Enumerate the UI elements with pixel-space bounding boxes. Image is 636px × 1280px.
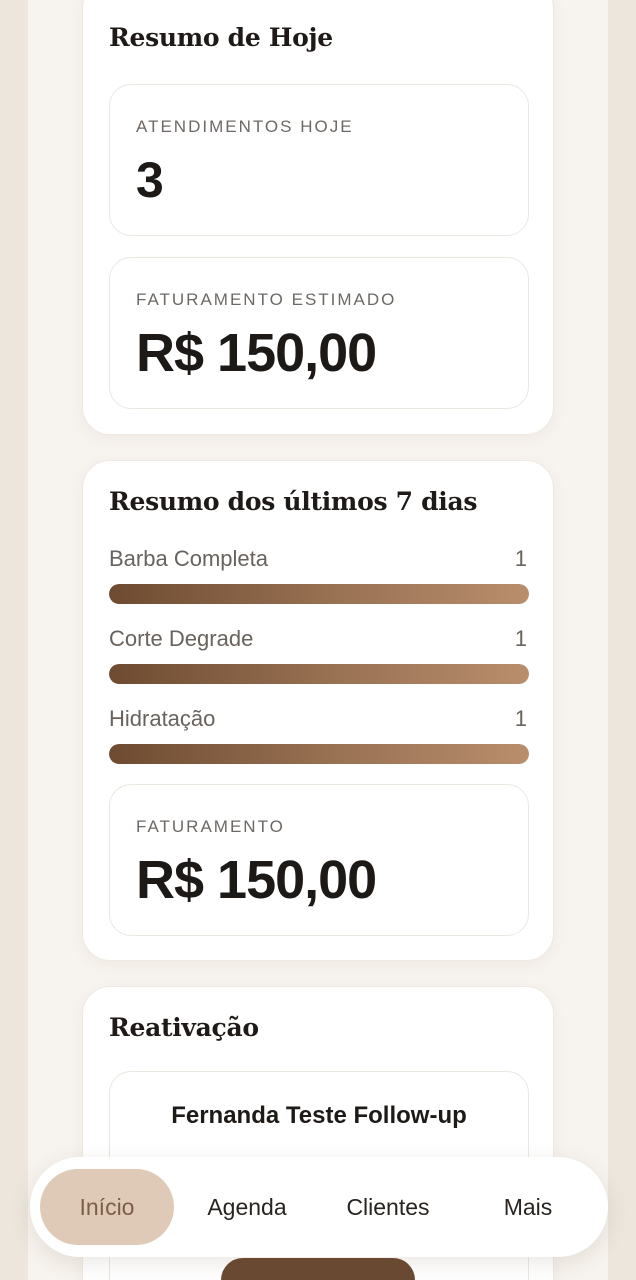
service-bar xyxy=(109,664,529,684)
reactivation-title: Reativação xyxy=(109,1013,259,1042)
service-name: Corte Degrade xyxy=(109,626,254,651)
service-bar-fill xyxy=(109,664,529,684)
nav-item-inicio[interactable]: Início xyxy=(40,1169,174,1245)
service-count: 1 xyxy=(514,706,527,731)
week-revenue-label: FATURAMENTO xyxy=(136,817,285,836)
week-summary-card: Resumo dos últimos 7 dias Barba Completa… xyxy=(82,460,554,961)
service-bar-fill xyxy=(109,744,529,764)
appointments-today-value: 3 xyxy=(136,152,164,208)
week-summary-title: Resumo dos últimos 7 dias xyxy=(109,487,478,516)
bottom-nav: Início Agenda Clientes Mais xyxy=(30,1157,608,1257)
nav-item-mais[interactable]: Mais xyxy=(461,1169,595,1245)
today-summary-card: Resumo de Hoje ATENDIMENTOS HOJE 3 FATUR… xyxy=(82,0,554,435)
nav-item-clientes[interactable]: Clientes xyxy=(321,1169,455,1245)
client-name: Fernanda Teste Follow-up xyxy=(171,1102,467,1129)
week-revenue-value: R$ 150,00 xyxy=(136,850,377,910)
reactivation-action-button[interactable] xyxy=(221,1258,415,1280)
service-count: 1 xyxy=(514,626,527,651)
service-name: Barba Completa xyxy=(109,546,268,571)
estimated-revenue-label: FATURAMENTO ESTIMADO xyxy=(136,290,397,309)
appointments-today-label: ATENDIMENTOS HOJE xyxy=(136,117,354,136)
estimated-revenue-value: R$ 150,00 xyxy=(136,323,377,383)
nav-item-agenda[interactable]: Agenda xyxy=(180,1169,314,1245)
service-name: Hidratação xyxy=(109,706,216,731)
week-revenue-box: FATURAMENTO R$ 150,00 xyxy=(109,784,529,936)
estimated-revenue-box: FATURAMENTO ESTIMADO R$ 150,00 xyxy=(109,257,529,409)
today-summary-title: Resumo de Hoje xyxy=(109,23,333,52)
service-count: 1 xyxy=(514,546,527,571)
appointments-today-box: ATENDIMENTOS HOJE 3 xyxy=(109,84,529,236)
service-bar xyxy=(109,584,529,604)
service-bar xyxy=(109,744,529,764)
service-bar-fill xyxy=(109,584,529,604)
